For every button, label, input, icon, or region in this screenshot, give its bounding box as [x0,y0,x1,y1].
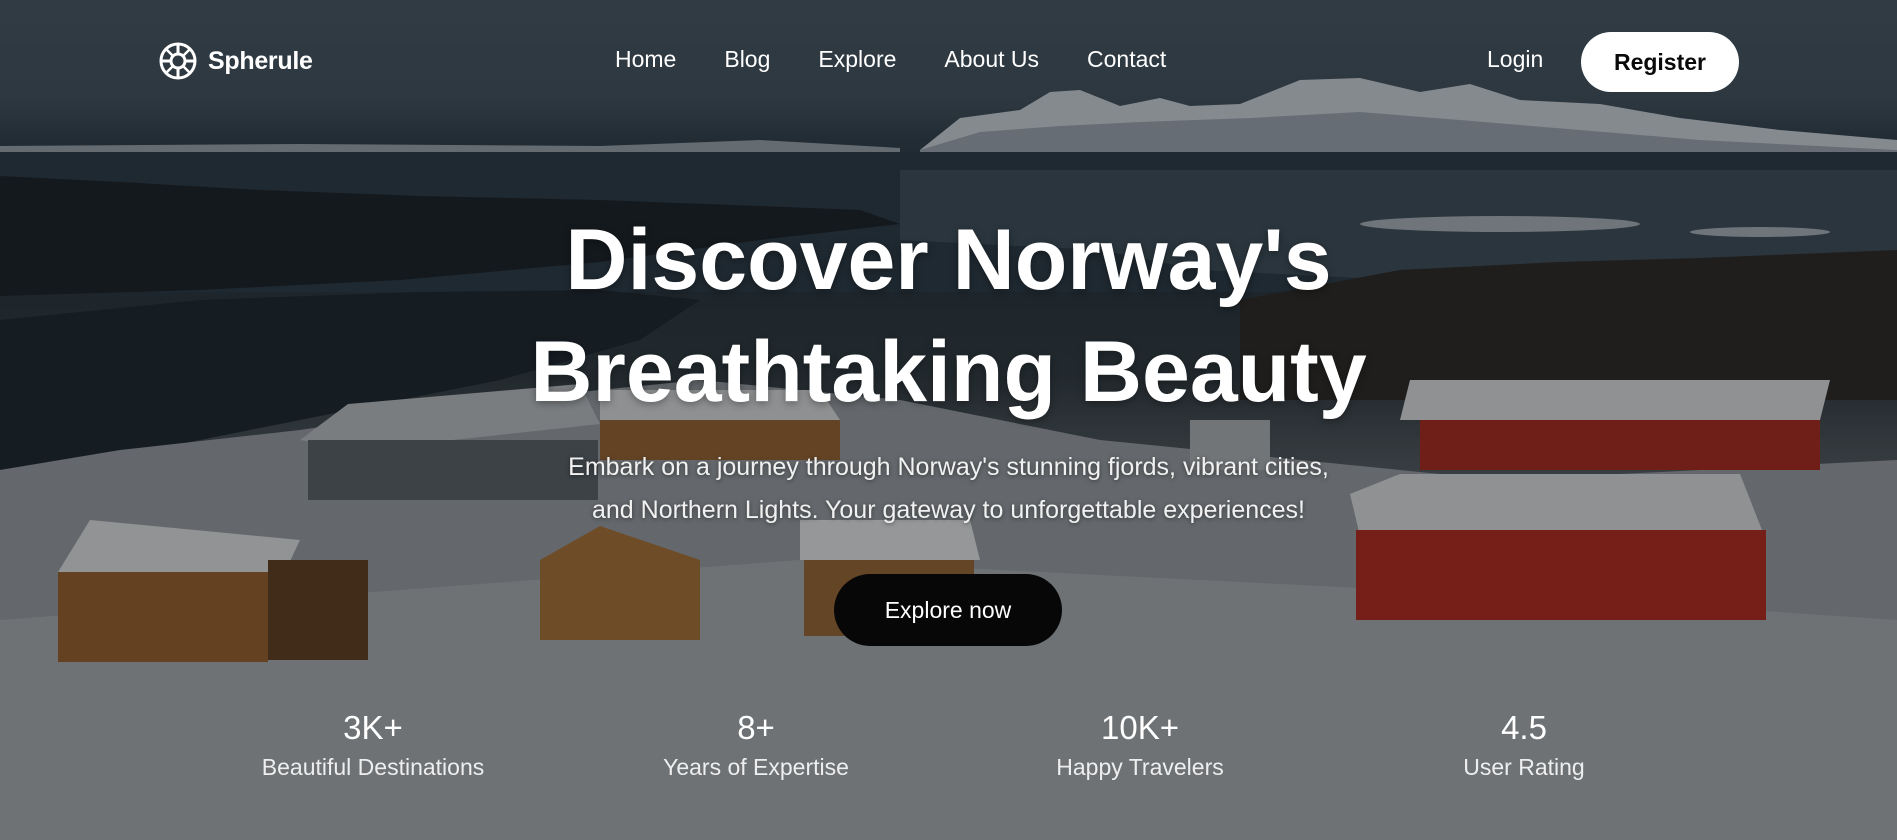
hero-headline-line-1: Discover Norway's [565,212,1332,308]
nav-links: Home Blog Explore About Us Contact [615,46,1166,73]
sphere-logo-icon [158,41,198,81]
explore-now-button[interactable]: Explore now [834,574,1062,646]
stat-user-rating: 4.5 User Rating [1374,708,1674,784]
stat-value: 4.5 [1501,709,1547,746]
stat-value: 8+ [737,709,775,746]
stat-destinations: 3K+ Beautiful Destinations [223,708,523,784]
brand-name: Spherule [208,46,313,75]
hero-headline-line-2: Breathtaking Beauty [530,324,1367,420]
brand-logo[interactable]: Spherule [158,40,313,82]
stat-label: Happy Travelers [1056,754,1224,780]
hero-subtitle-line-1: Embark on a journey through Norway's stu… [568,453,1329,481]
nav-link-explore[interactable]: Explore [818,46,896,73]
nav-link-about-us[interactable]: About Us [944,46,1039,73]
login-link[interactable]: Login [1487,46,1543,73]
stat-label: Beautiful Destinations [261,754,485,780]
stat-label: Years of Expertise [663,754,849,780]
hero-headline: Discover Norway's Breathtaking Beauty [0,204,1897,428]
hero-subtitle-line-2: and Northern Lights. Your gateway to unf… [592,496,1305,524]
top-navigation: Spherule Home Blog Explore About Us Cont… [0,0,1897,124]
nav-link-home[interactable]: Home [615,46,676,73]
register-button[interactable]: Register [1581,32,1739,92]
stat-label: User Rating [1463,754,1585,780]
stat-value: 3K+ [343,709,403,746]
stat-value: 10K+ [1101,709,1179,746]
hero-subtitle: Embark on a journey through Norway's stu… [0,446,1897,532]
stat-expertise: 8+ Years of Expertise [606,708,906,784]
hero-section: Spherule Home Blog Explore About Us Cont… [0,0,1897,840]
nav-link-blog[interactable]: Blog [724,46,770,73]
nav-link-contact[interactable]: Contact [1087,46,1166,73]
stat-travelers: 10K+ Happy Travelers [990,708,1290,784]
